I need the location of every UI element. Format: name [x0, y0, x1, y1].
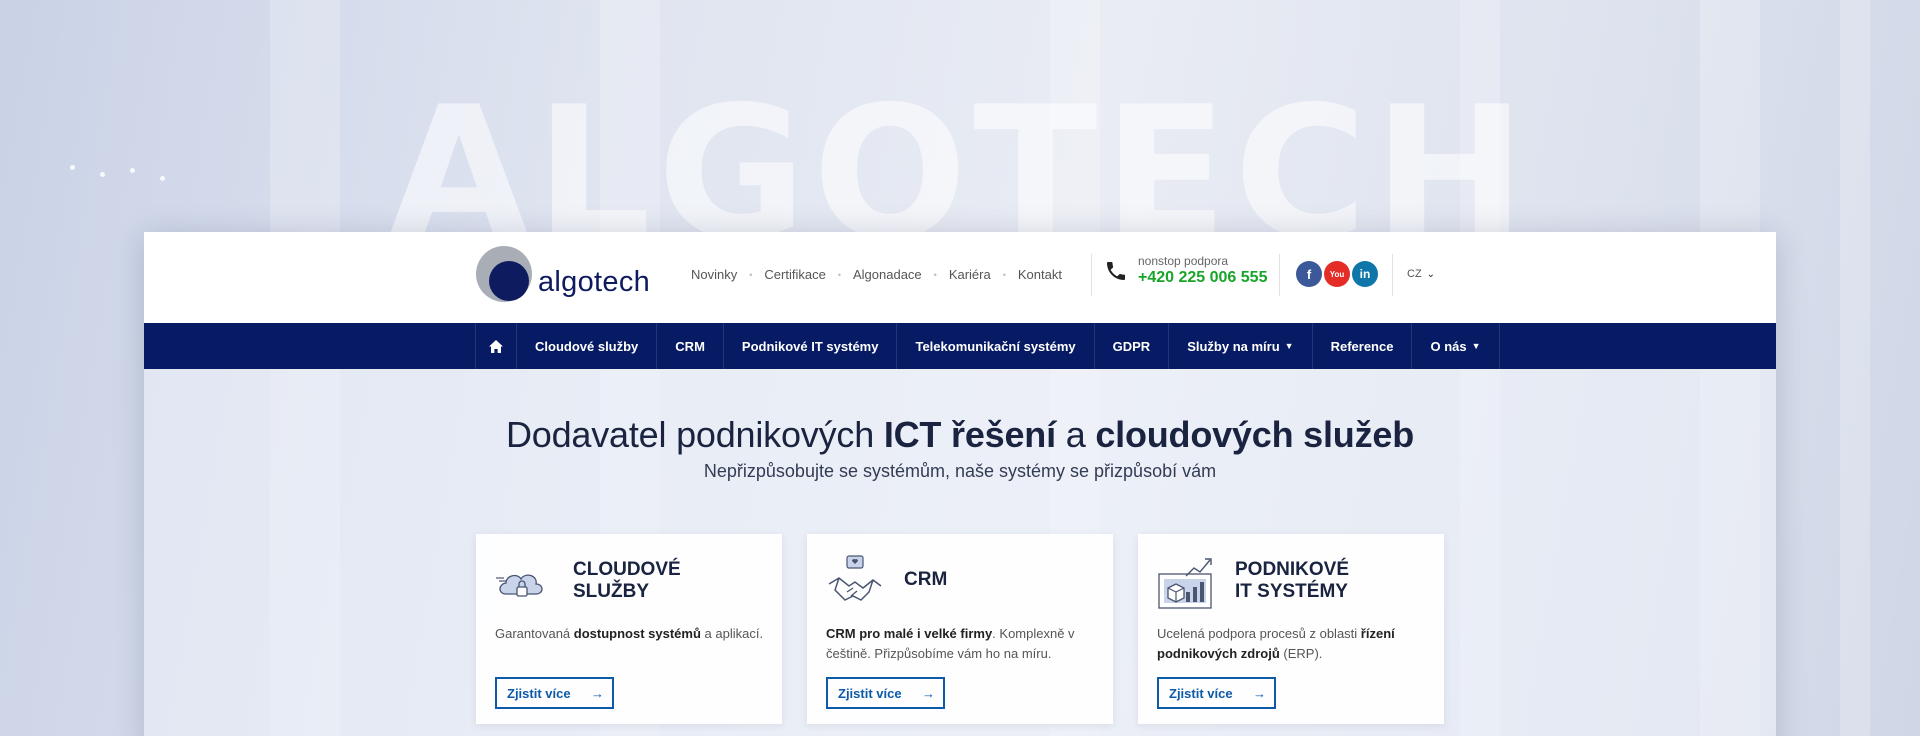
chevron-down-icon: ⌄ — [1426, 268, 1436, 280]
service-card-it-systems: PODNIKOVÉ IT SYSTÉMY Ucelená podpora pro… — [1138, 534, 1444, 724]
language-label: CZ — [1407, 268, 1422, 280]
home-icon — [489, 339, 503, 353]
language-selector[interactable]: CZ ⌄ — [1407, 268, 1435, 280]
top-link-certifikace[interactable]: Certifikace — [764, 267, 825, 282]
nav-item-cloudove-sluzby[interactable]: Cloudové služby — [516, 323, 656, 369]
hero-title: Dodavatel podnikových ICT řešení a cloud… — [505, 414, 1414, 455]
main-nav: Cloudové služby CRM Podnikové IT systémy… — [144, 323, 1776, 369]
nav-item-telekomunikacni-systemy[interactable]: Telekomunikační systémy — [896, 323, 1093, 369]
top-link-algonadace[interactable]: Algonadace — [853, 267, 922, 282]
facebook-icon[interactable]: f — [1296, 261, 1322, 287]
chevron-down-icon: ▼ — [1284, 341, 1294, 351]
phone-icon — [1107, 262, 1125, 281]
chevron-down-icon: ▼ — [1471, 341, 1481, 351]
card-description: CRM pro malé i velké firmy. Komplexně v … — [826, 626, 1075, 661]
logo-mark-icon — [476, 246, 532, 302]
cloud-lock-icon — [496, 574, 543, 597]
divider — [1279, 254, 1280, 296]
top-bar: algotech Novinky • Certifikace • Algonad… — [144, 232, 1776, 323]
nav-home[interactable] — [475, 323, 516, 369]
arrow-right-icon: → — [922, 685, 935, 701]
nav-item-gdpr[interactable]: GDPR — [1093, 323, 1169, 369]
card-title: PODNIKOVÉ IT SYSTÉMY — [1235, 559, 1350, 602]
hero-section: Dodavatel podnikových ICT řešení a cloud… — [144, 369, 1776, 736]
arrow-right-icon: → — [1253, 685, 1266, 701]
support-block[interactable]: nonstop podpora +420 225 006 555 — [1104, 254, 1267, 287]
card-description: Garantovaná dostupnost systémů a aplikac… — [495, 626, 764, 641]
handshake-icon — [828, 555, 882, 601]
social-links: f You in — [1296, 261, 1380, 287]
linkedin-icon[interactable]: in — [1352, 261, 1378, 287]
learn-more-button[interactable]: Zjistit více → — [1157, 677, 1276, 709]
top-link-kontakt[interactable]: Kontakt — [1018, 267, 1062, 282]
service-card-cloud: CLOUDOVÉ SLUŽBY Garantovaná dostupnost s… — [476, 534, 782, 724]
website-frame: algotech Novinky • Certifikace • Algonad… — [144, 232, 1776, 736]
service-card-crm: CRM CRM pro malé i velké firmy. Komplexn… — [807, 534, 1113, 724]
divider — [1392, 254, 1393, 296]
nav-item-o-nas[interactable]: O nás ▼ — [1411, 323, 1500, 369]
analytics-board-icon — [1158, 558, 1212, 609]
nav-item-podnikove-it-systemy[interactable]: Podnikové IT systémy — [722, 323, 897, 369]
nav-item-reference[interactable]: Reference — [1311, 323, 1412, 369]
logo-text: algotech — [538, 266, 651, 298]
top-link-novinky[interactable]: Novinky — [691, 267, 737, 282]
divider — [1091, 254, 1092, 296]
support-phone[interactable]: +420 225 006 555 — [1138, 268, 1267, 287]
learn-more-button[interactable]: Zjistit více → — [495, 677, 614, 709]
logo[interactable]: algotech — [476, 246, 650, 302]
support-label: nonstop podpora — [1138, 254, 1229, 268]
card-description: Ucelená podpora procesů z oblasti řízení… — [1157, 626, 1395, 661]
top-links: Novinky • Certifikace • Algonadace • Kar… — [691, 267, 1062, 282]
arrow-right-icon: → — [591, 685, 604, 701]
youtube-icon[interactable]: You — [1324, 261, 1350, 287]
hero-subtitle: Nepřizpůsobujte se systémům, naše systém… — [703, 461, 1217, 481]
top-link-kariera[interactable]: Kariéra — [949, 267, 991, 282]
learn-more-button[interactable]: Zjistit více → — [826, 677, 945, 709]
nav-item-crm[interactable]: CRM — [656, 323, 723, 369]
card-title: CRM — [904, 569, 948, 590]
nav-item-sluzby-na-miru[interactable]: Služby na míru ▼ — [1168, 323, 1311, 369]
card-title: CLOUDOVÉ SLUŽBY — [573, 559, 681, 602]
